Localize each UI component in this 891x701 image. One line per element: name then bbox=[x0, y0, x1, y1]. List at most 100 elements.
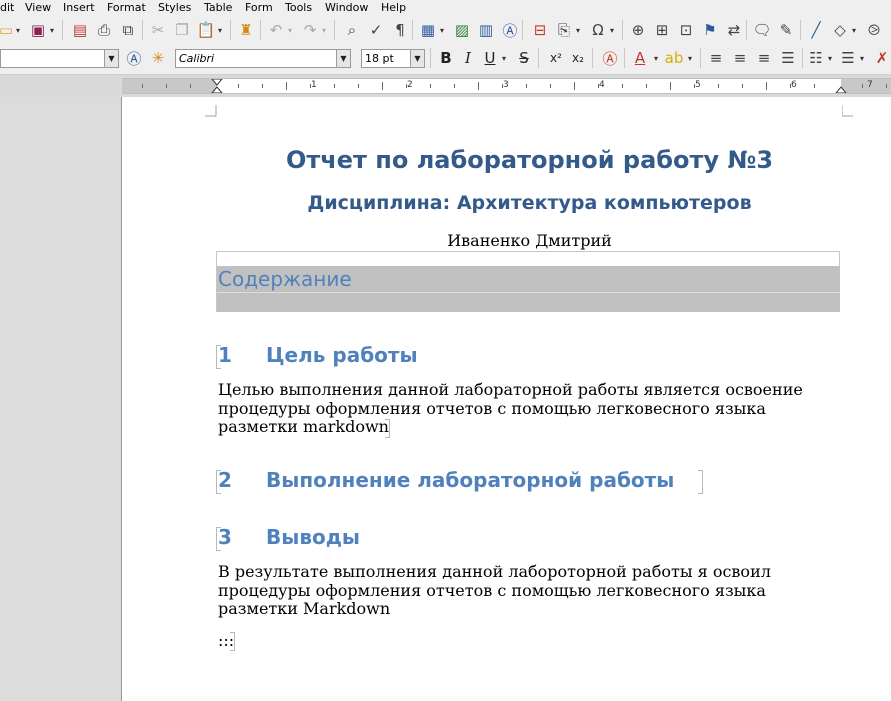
no-list-icon[interactable]: ✗ bbox=[872, 48, 891, 68]
undo-icon[interactable]: ↶ bbox=[266, 20, 286, 40]
clear-formatting-icon[interactable]: Ⓐ bbox=[600, 48, 620, 68]
strikethrough-icon[interactable]: S bbox=[514, 48, 534, 68]
formatting-marks-icon[interactable]: ¶ bbox=[390, 20, 410, 40]
insert-textbox-icon[interactable]: Ⓐ bbox=[500, 20, 520, 40]
hyperlink-icon[interactable]: ⊕ bbox=[628, 20, 648, 40]
open-dropdown-icon[interactable]: ▾ bbox=[14, 20, 22, 40]
toolbar-separator bbox=[142, 20, 143, 40]
insert-chart-icon[interactable]: ▥ bbox=[476, 20, 496, 40]
menu-help[interactable]: Help bbox=[381, 0, 406, 15]
track-changes-icon[interactable]: ✎ bbox=[776, 20, 796, 40]
paragraph-style-dropdown-icon[interactable]: ▼ bbox=[104, 50, 118, 67]
redo-dropdown-icon[interactable]: ▾ bbox=[320, 20, 328, 40]
font-size-dropdown-icon[interactable]: ▼ bbox=[410, 50, 424, 67]
body-paragraph[interactable]: Целью выполнения данной лабораторной раб… bbox=[218, 380, 838, 437]
update-style-icon[interactable]: Ⓐ bbox=[124, 48, 144, 68]
insert-table-icon[interactable]: ▦ bbox=[418, 20, 438, 40]
section-title: Выполнение лабораторной работы bbox=[266, 468, 675, 492]
menu-form[interactable]: Form bbox=[245, 0, 273, 15]
body-paragraph[interactable]: В результате выполнения данной лаборотор… bbox=[218, 562, 838, 619]
align-center-icon[interactable]: ≡ bbox=[730, 48, 750, 68]
toolbar-separator bbox=[624, 48, 625, 68]
save-dropdown-icon[interactable]: ▾ bbox=[48, 20, 56, 40]
ruler-number: 4 bbox=[599, 80, 605, 90]
toolbar-separator bbox=[592, 48, 593, 68]
highlighting-dropdown-icon[interactable]: ▾ bbox=[686, 48, 694, 68]
document-title[interactable]: Отчет по лабораторной работу №3 bbox=[218, 146, 841, 174]
justify-icon[interactable]: ☰ bbox=[778, 48, 798, 68]
section-title: Выводы bbox=[266, 525, 360, 549]
save-icon[interactable]: ▣ bbox=[28, 20, 48, 40]
paste-icon[interactable]: 📋 bbox=[196, 20, 216, 40]
underline-icon[interactable]: U bbox=[480, 48, 500, 68]
ordered-list-icon[interactable]: ☰ bbox=[838, 48, 858, 68]
menu-table[interactable]: Table bbox=[204, 0, 232, 15]
font-color-icon[interactable]: A bbox=[630, 48, 650, 68]
menu-edit[interactable]: dit bbox=[0, 0, 14, 15]
horizontal-ruler[interactable]: 1 2 3 4 5 6 7 bbox=[122, 78, 891, 94]
unordered-list-dropdown-icon[interactable]: ▾ bbox=[826, 48, 834, 68]
underline-dropdown-icon[interactable]: ▾ bbox=[500, 48, 508, 68]
comment-icon[interactable]: 🗨 bbox=[752, 20, 772, 40]
redo-icon[interactable]: ↷ bbox=[300, 20, 320, 40]
section-heading[interactable]: 2 Выполнение лабораторной работы bbox=[218, 468, 674, 492]
menu-tools[interactable]: Tools bbox=[285, 0, 312, 15]
table-dropdown-icon[interactable]: ▾ bbox=[438, 20, 446, 40]
draw-functions-icon[interactable]: ⧁ bbox=[864, 20, 884, 40]
menu-styles[interactable]: Styles bbox=[158, 0, 191, 15]
unordered-list-icon[interactable]: ☷ bbox=[806, 48, 826, 68]
cross-reference-icon[interactable]: ⇄ bbox=[724, 20, 744, 40]
toc-heading-field[interactable]: Содержание bbox=[217, 266, 840, 293]
ordered-list-dropdown-icon[interactable]: ▾ bbox=[858, 48, 866, 68]
formatting-toolbar: Ⓐ ✳ B I U ▾ S x² x₂ Ⓐ A ▾ ab ▾ ≡ ≡ ≡ ☰ ☷… bbox=[0, 45, 891, 75]
menu-view[interactable]: View bbox=[25, 0, 51, 15]
undo-dropdown-icon[interactable]: ▾ bbox=[286, 20, 294, 40]
bookmark-icon[interactable]: ⚑ bbox=[700, 20, 720, 40]
paste-dropdown-icon[interactable]: ▾ bbox=[216, 20, 224, 40]
cut-icon[interactable]: ✂ bbox=[148, 20, 168, 40]
align-left-icon[interactable]: ≡ bbox=[706, 48, 726, 68]
align-right-icon[interactable]: ≡ bbox=[754, 48, 774, 68]
print-icon[interactable]: ⎙ bbox=[94, 20, 114, 40]
endnote-icon[interactable]: ⊡ bbox=[676, 20, 696, 40]
paragraph-style-box[interactable]: ▼ bbox=[0, 49, 119, 68]
standard-toolbar: ▭ ▾ ▣ ▾ ▤ ⎙ ⧉ ✂ ❐ 📋 ▾ ♜ ↶ ▾ ↷ ▾ ⌕ ✓ ¶ ▦ … bbox=[0, 15, 891, 45]
section-heading[interactable]: 3 Выводы bbox=[218, 525, 360, 549]
special-character-dropdown-icon[interactable]: ▾ bbox=[608, 20, 616, 40]
spellcheck-icon[interactable]: ✓ bbox=[366, 20, 386, 40]
export-pdf-icon[interactable]: ▤ bbox=[70, 20, 90, 40]
document-author[interactable]: Иваненко Дмитрий bbox=[218, 231, 841, 250]
insert-image-icon[interactable]: ▨ bbox=[452, 20, 472, 40]
highlighting-icon[interactable]: ab bbox=[664, 48, 684, 68]
copy-icon[interactable]: ❐ bbox=[172, 20, 192, 40]
menu-format[interactable]: Format bbox=[107, 0, 146, 15]
page-break-icon[interactable]: ⊟ bbox=[530, 20, 550, 40]
basic-shapes-icon[interactable]: ◇ bbox=[830, 20, 850, 40]
subscript-icon[interactable]: x₂ bbox=[568, 48, 588, 68]
new-style-icon[interactable]: ✳ bbox=[148, 48, 168, 68]
field-dropdown-icon[interactable]: ▾ bbox=[574, 20, 582, 40]
document-subtitle[interactable]: Дисциплина: Архитектура компьютеров bbox=[218, 192, 841, 214]
trailing-paragraph[interactable]: ::: bbox=[218, 631, 838, 651]
special-character-icon[interactable]: Ω bbox=[588, 20, 608, 40]
section-heading[interactable]: 1 Цель работы bbox=[218, 343, 418, 367]
italic-icon[interactable]: I bbox=[458, 48, 478, 68]
left-indent-marker-icon[interactable] bbox=[211, 79, 223, 93]
find-replace-icon[interactable]: ⌕ bbox=[342, 20, 362, 40]
font-color-dropdown-icon[interactable]: ▾ bbox=[652, 48, 660, 68]
bold-icon[interactable]: B bbox=[436, 48, 456, 68]
insert-field-icon[interactable]: ⎘ bbox=[554, 20, 574, 40]
toc-entries-field[interactable] bbox=[217, 293, 840, 312]
superscript-icon[interactable]: x² bbox=[546, 48, 566, 68]
shapes-dropdown-icon[interactable]: ▾ bbox=[850, 20, 858, 40]
font-size-box[interactable]: 18 pt ▼ bbox=[361, 49, 425, 68]
font-name-box[interactable]: Calibri ▼ bbox=[175, 49, 351, 68]
footnote-icon[interactable]: ⊞ bbox=[652, 20, 672, 40]
print-preview-icon[interactable]: ⧉ bbox=[118, 20, 138, 40]
font-name-dropdown-icon[interactable]: ▼ bbox=[336, 50, 350, 67]
menu-window[interactable]: Window bbox=[325, 0, 368, 15]
insert-line-icon[interactable]: ╱ bbox=[806, 20, 826, 40]
clone-formatting-icon[interactable]: ♜ bbox=[236, 20, 256, 40]
menu-insert[interactable]: Insert bbox=[63, 0, 95, 15]
right-indent-marker-icon[interactable] bbox=[835, 79, 847, 93]
